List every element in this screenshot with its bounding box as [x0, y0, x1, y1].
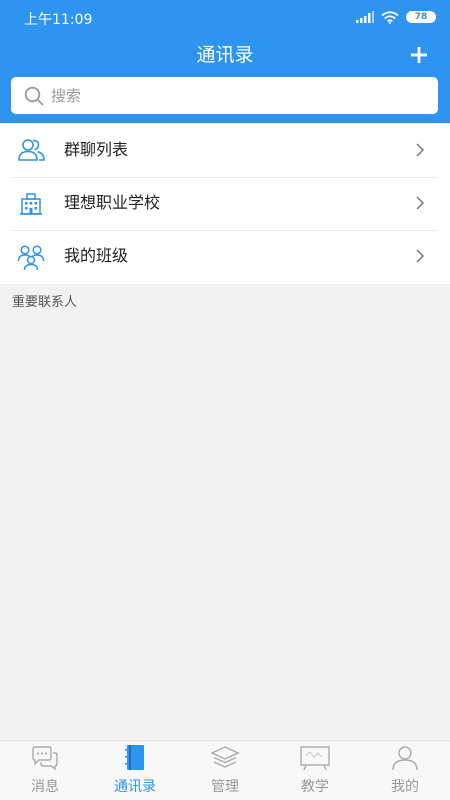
class-members-icon: [17, 245, 45, 271]
tab-label: 消息: [31, 779, 59, 795]
tab-bar: 消息 通讯录 管理 教学 我的: [0, 740, 450, 800]
chevron-right-icon: [416, 249, 425, 263]
chevron-right-icon: [416, 143, 425, 157]
tab-label: 我的: [391, 779, 419, 795]
page-title: 通讯录: [196, 44, 254, 66]
add-button[interactable]: [404, 40, 434, 70]
status-bar: 上午11:09 78: [0, 0, 450, 36]
school-building-icon: [20, 193, 42, 215]
plus-icon: [411, 47, 427, 63]
menu-item-label: 群聊列表: [64, 140, 129, 159]
chevron-right-icon: [416, 196, 425, 210]
status-icons: 78: [356, 9, 436, 25]
battery-indicator: 78: [406, 11, 436, 23]
search-icon: [24, 86, 44, 105]
status-time: 上午11:09: [24, 12, 93, 28]
signal-icon: [356, 11, 374, 23]
menu-item-school[interactable]: 理想职业学校: [0, 177, 450, 230]
tab-contacts[interactable]: 通讯录: [90, 741, 180, 800]
tab-management[interactable]: 管理: [180, 741, 270, 800]
menu-item-label: 理想职业学校: [64, 193, 161, 212]
search-box[interactable]: [11, 77, 438, 114]
tab-label: 管理: [211, 779, 239, 795]
wifi-icon: [381, 10, 399, 24]
tab-messages[interactable]: 消息: [0, 741, 90, 800]
layers-icon: [210, 746, 240, 768]
address-book-icon: [125, 745, 144, 770]
section-label-important-contacts: 重要联系人: [12, 295, 78, 310]
tab-label: 通讯录: [114, 779, 156, 795]
group-chat-icon: [18, 139, 45, 161]
menu-item-my-class[interactable]: 我的班级: [0, 230, 450, 283]
tab-me[interactable]: 我的: [360, 741, 450, 800]
chat-bubble-icon: [32, 746, 58, 771]
blackboard-icon: [300, 746, 330, 771]
tab-teaching[interactable]: 教学: [270, 741, 360, 800]
menu-item-label: 我的班级: [64, 246, 129, 265]
header: 上午11:09 78 通讯录: [0, 0, 450, 123]
tab-label: 教学: [301, 779, 329, 795]
search-input[interactable]: [51, 86, 411, 105]
menu-list: 群聊列表 理想职业学校 我的班级: [0, 124, 450, 284]
menu-item-group-chats[interactable]: 群聊列表: [0, 124, 450, 177]
person-icon: [392, 746, 418, 771]
